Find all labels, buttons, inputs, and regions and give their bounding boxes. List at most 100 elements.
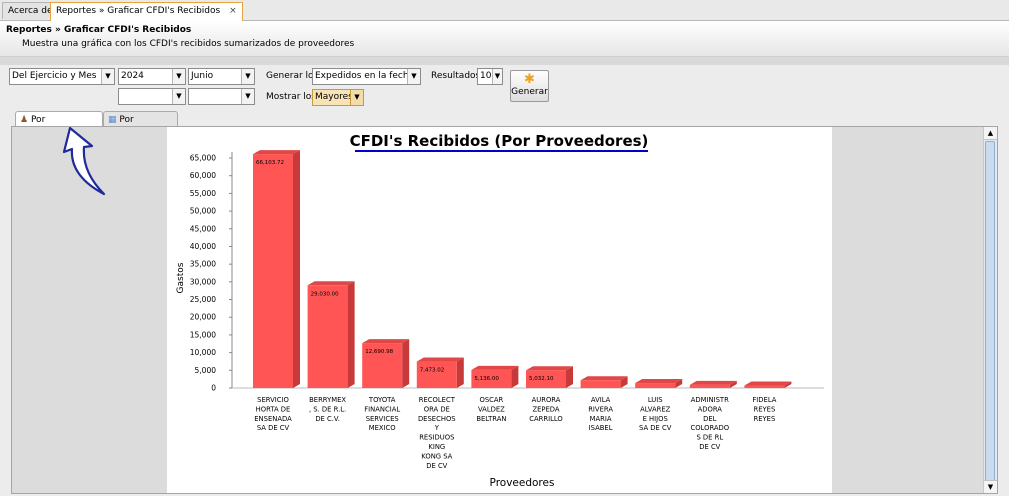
y-tick-label: 60,000 [190, 171, 216, 180]
month-select[interactable]: Junio ▼ [188, 68, 255, 85]
y-tick-label: 45,000 [190, 224, 216, 233]
x-tick-label: Y [434, 424, 440, 432]
y-tick-label: 15,000 [190, 330, 216, 339]
x-tick-label: LUIS [648, 396, 663, 404]
x-tick-label: RECOLECT [419, 396, 456, 404]
x-tick-label: RESIDUOS [419, 434, 454, 442]
scroll-up-icon[interactable]: ▲ [984, 127, 997, 140]
x-tick-label: REYES [754, 405, 776, 413]
x-tick-label: SA DE CV [257, 424, 290, 432]
x-tick-label: , S. DE R.L. [309, 405, 346, 413]
x-tick-label: RIVERA [588, 405, 613, 413]
bar-top [744, 381, 792, 386]
bar [635, 383, 676, 388]
bar-top [471, 365, 519, 370]
year-select[interactable]: 2024 ▼ [118, 68, 186, 85]
y-tick-label: 35,000 [190, 260, 216, 269]
chevron-down-icon[interactable]: ▼ [172, 89, 185, 104]
bar [580, 380, 621, 388]
bar-top [635, 379, 683, 384]
bar-data-label: 12,690.98 [365, 349, 393, 355]
bar-chart: CFDI's Recibidos (Por Proveedores) 0 5,000… [176, 132, 824, 489]
bar-side [293, 150, 300, 388]
x-tick-label: ENSENADA [254, 415, 292, 423]
generate-button[interactable]: ✱ Generar [510, 70, 549, 102]
scroll-down-icon[interactable]: ▼ [984, 480, 997, 493]
x-tick-label: MEXICO [369, 424, 396, 432]
bar [253, 154, 293, 388]
bar [689, 384, 730, 388]
chart-panel: CFDI's Recibidos (Por Proveedores) 0 5,000… [11, 126, 998, 494]
y-axis-label: Gastos [176, 262, 186, 293]
x-tick-label: SA DE CV [639, 424, 672, 432]
date-from-picker[interactable]: ▼ [118, 88, 186, 105]
bar-top [689, 380, 737, 385]
bar-top [526, 366, 573, 371]
bar-top [416, 357, 464, 362]
x-tick-label: ORA DE [424, 405, 450, 413]
show-value: Mayores [315, 92, 353, 102]
bar-side [402, 339, 410, 388]
x-tick-label: ALVAREZ [640, 405, 671, 413]
x-tick-label: FINANCIAL [364, 405, 400, 413]
y-tick-label: 20,000 [190, 313, 216, 322]
chevron-down-icon[interactable]: ▼ [350, 90, 363, 105]
period-type-select[interactable]: Del Ejercicio y Mes ▼ [9, 68, 115, 85]
y-tick-label: 50,000 [190, 207, 216, 216]
x-tick-label: BELTRAN [476, 415, 506, 423]
chevron-down-icon[interactable]: ▼ [172, 69, 185, 84]
bar-top [253, 150, 300, 155]
generate-select[interactable]: Expedidos en la fecha ▼ [312, 68, 421, 85]
generate-value: Expedidos en la fecha [315, 71, 415, 81]
chevron-down-icon[interactable]: ▼ [492, 69, 502, 84]
bar-top [362, 339, 410, 344]
date-to-picker[interactable]: ▼ [188, 88, 255, 105]
y-tick-label: 5,000 [195, 366, 217, 375]
close-icon[interactable]: × [229, 6, 237, 16]
generate-button-label: Generar [511, 87, 548, 97]
chevron-down-icon[interactable]: ▼ [101, 69, 114, 84]
y-tick-label: 0 [211, 384, 216, 393]
bar [744, 385, 785, 388]
x-tick-label: DESECHOS [418, 415, 456, 423]
scroll-thumb[interactable] [985, 141, 995, 481]
chevron-down-icon[interactable]: ▼ [241, 89, 254, 104]
x-tick-label: ZEPEDA [532, 405, 559, 413]
bar-data-label: 7,473.02 [420, 368, 445, 374]
vertical-scrollbar[interactable]: ▲ ▼ [983, 127, 997, 493]
x-tick-label: BERRYMEX [309, 396, 346, 404]
x-tick-label: HORTA DE [256, 405, 291, 413]
x-tick-label: TOYOTA [368, 396, 396, 404]
bar [307, 285, 348, 388]
bar-top [307, 281, 355, 286]
x-tick-label: ADMINISTR [691, 396, 729, 404]
x-tick-label: S DE RL [696, 434, 723, 442]
x-tick-label: REYES [754, 415, 776, 423]
x-tick-label: AVILA [591, 396, 611, 404]
x-tick-label: KING [428, 443, 445, 451]
results-select[interactable]: 10 ▼ [477, 68, 503, 85]
bar-data-label: 29,030.00 [311, 291, 339, 297]
results-label: Resultados [431, 71, 481, 81]
bar-data-label: 5,032.10 [529, 376, 554, 382]
chevron-down-icon[interactable]: ▼ [241, 69, 254, 84]
bar [416, 361, 457, 388]
x-tick-label: VALDEZ [478, 405, 505, 413]
results-value: 10 [480, 71, 492, 81]
x-tick-label: DE CV [699, 443, 720, 451]
show-select[interactable]: Mayores ▼ [312, 89, 364, 106]
x-tick-label: DE C.V. [315, 415, 340, 423]
show-label: Mostrar los [266, 92, 316, 102]
header-divider [0, 57, 1009, 65]
page-subtitle: Muestra una gráfica con los CFDI's recib… [22, 39, 355, 49]
bar-side [347, 281, 355, 388]
tab-graficar-cfdi[interactable]: Reportes » Graficar CFDI's Recibidos × [50, 2, 243, 21]
chevron-down-icon[interactable]: ▼ [407, 69, 420, 84]
tab-label: Reportes » Graficar CFDI's Recibidos [56, 6, 221, 16]
x-tick-label: AURORA [532, 396, 561, 404]
x-tick-label: MARIA [590, 415, 612, 423]
y-tick-label: 40,000 [190, 242, 216, 251]
year-value: 2024 [121, 71, 144, 81]
x-tick-label: DE CV [426, 462, 447, 470]
tab-label: Acerca de [8, 6, 53, 16]
